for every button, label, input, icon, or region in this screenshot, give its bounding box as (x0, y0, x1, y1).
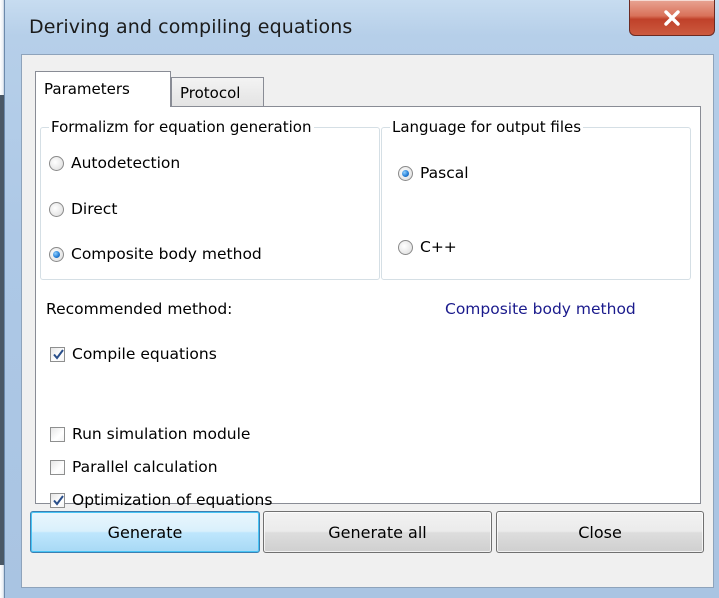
dialog-client-area: Parameters Protocol Formalizm for equati… (21, 54, 714, 588)
language-group: Language for output files Pascal C++ (381, 118, 691, 280)
run-simulation-module-checkbox[interactable] (50, 426, 65, 442)
run-simulation-module-label: Run simulation module (72, 425, 251, 443)
close-icon (663, 9, 681, 26)
parallel-calculation-checkbox[interactable] (50, 459, 65, 475)
generate-all-button[interactable]: Generate all (263, 511, 492, 553)
checkmark-icon (53, 494, 64, 506)
parallel-calculation-label: Parallel calculation (72, 458, 218, 476)
radio-pascal-label: Pascal (420, 164, 469, 182)
radio-autodetection-button[interactable] (49, 155, 64, 171)
formalism-group-legend: Formalizm for equation generation (49, 118, 314, 136)
close-window-button[interactable] (629, 0, 715, 36)
radio-direct-button[interactable] (49, 201, 64, 217)
tab-protocol[interactable]: Protocol (171, 77, 264, 107)
checkbox-compile-equations[interactable]: Compile equations (50, 345, 217, 363)
window-title: Deriving and compiling equations (29, 16, 353, 38)
checkbox-run-simulation-module[interactable]: Run simulation module (50, 425, 250, 443)
formalism-group: Formalizm for equation generation Autode… (40, 118, 380, 280)
radio-cpp-label: C++ (420, 238, 457, 256)
recommended-method-label: Recommended method: (46, 300, 233, 318)
radio-autodetection[interactable]: Autodetection (49, 154, 180, 172)
window-frame: Deriving and compiling equations Paramet… (4, 0, 719, 598)
radio-cpp-button[interactable] (398, 239, 413, 255)
language-group-legend: Language for output files (390, 118, 584, 136)
compile-equations-checkbox[interactable] (50, 346, 65, 362)
recommended-method-value: Composite body method (445, 300, 636, 318)
radio-autodetection-label: Autodetection (71, 154, 181, 172)
optimization-of-equations-label: Optimization of equations (72, 491, 273, 509)
radio-cpp[interactable]: C++ (398, 238, 457, 256)
tab-protocol-label: Protocol (180, 84, 241, 102)
generate-button[interactable]: Generate (30, 511, 260, 553)
parameters-panel: Formalizm for equation generation Autode… (35, 106, 701, 509)
checkmark-icon (53, 348, 64, 360)
radio-composite-body-method[interactable]: Composite body method (49, 245, 262, 263)
radio-pascal[interactable]: Pascal (398, 164, 469, 182)
checkbox-parallel-calculation[interactable]: Parallel calculation (50, 458, 218, 476)
radio-composite-body-method-button[interactable] (49, 246, 64, 262)
dialog-window: Deriving and compiling equations Paramet… (0, 0, 719, 598)
radio-composite-body-method-label: Composite body method (71, 245, 262, 263)
radio-pascal-button[interactable] (398, 165, 413, 181)
radio-direct[interactable]: Direct (49, 200, 117, 218)
tab-parameters-label: Parameters (44, 80, 130, 98)
radio-direct-label: Direct (71, 200, 118, 218)
tab-parameters[interactable]: Parameters (35, 71, 171, 107)
compile-equations-label: Compile equations (72, 345, 217, 363)
optimization-of-equations-checkbox[interactable] (50, 492, 65, 508)
close-button[interactable]: Close (496, 511, 704, 553)
checkbox-optimization-of-equations[interactable]: Optimization of equations (50, 491, 272, 509)
